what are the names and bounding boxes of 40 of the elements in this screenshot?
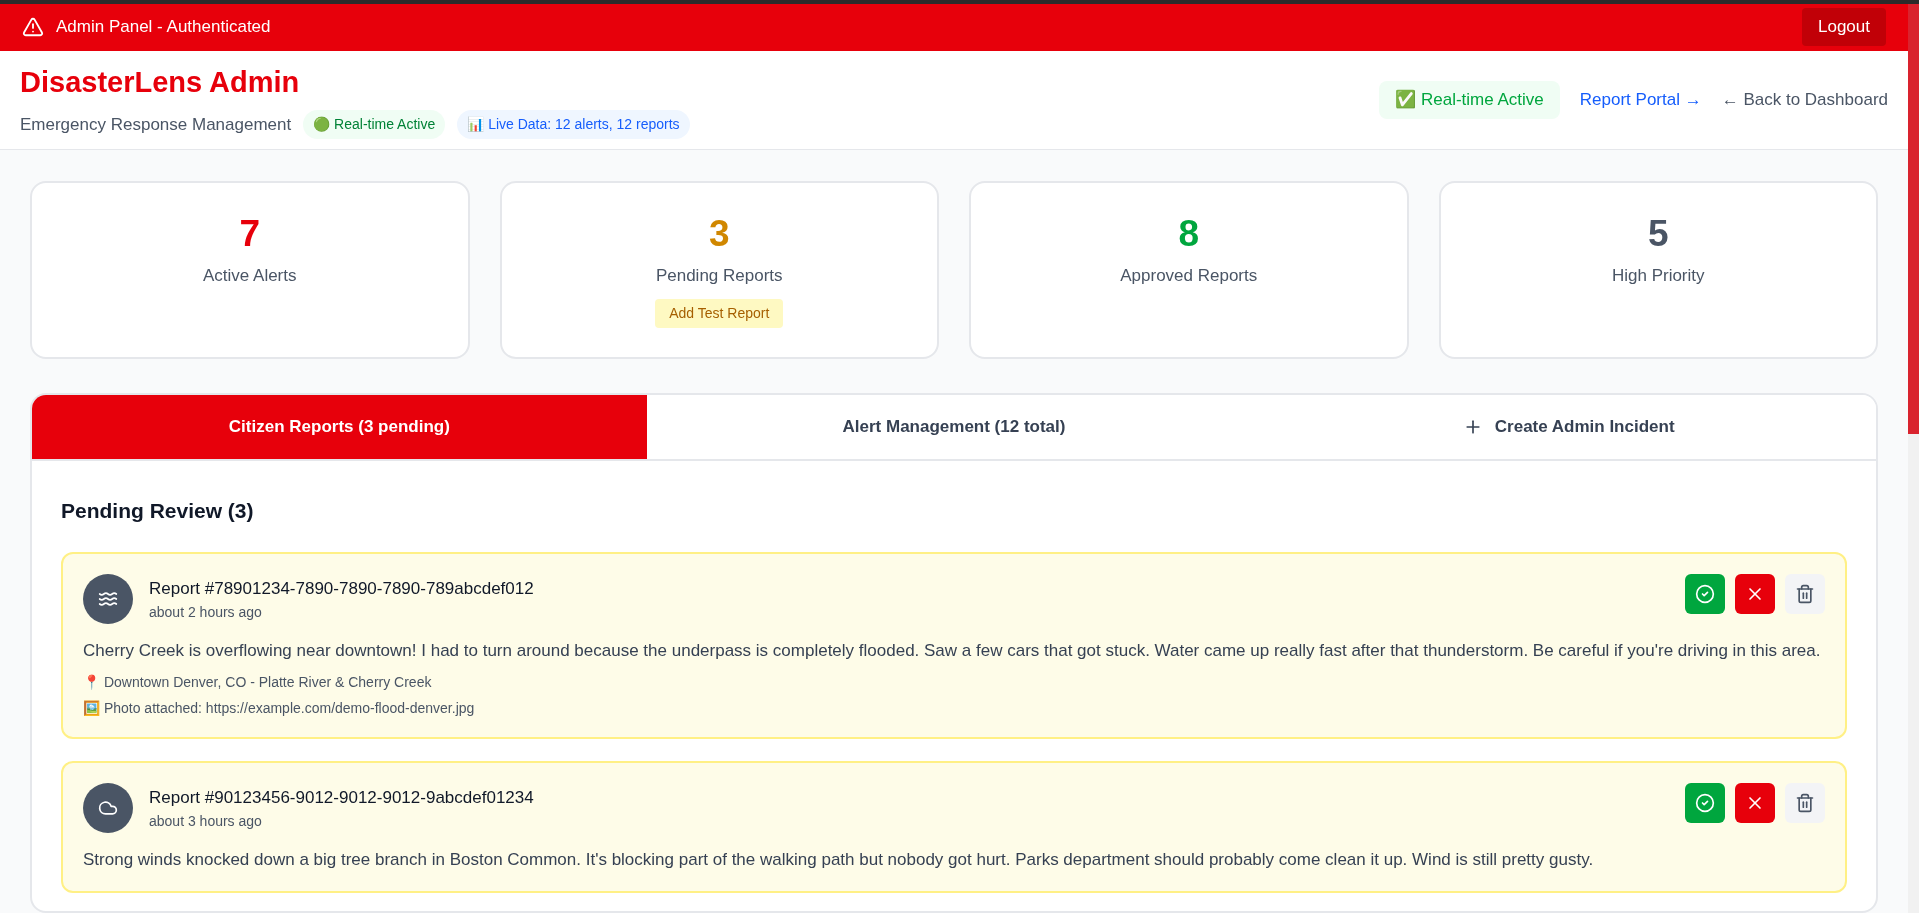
approve-button[interactable] bbox=[1685, 574, 1725, 615]
report-photo: 🖼 Photo attached: https://example.com/demo-flood-denver.jpg bbox=[83, 699, 476, 719]
subtitle: Emergency Response Management bbox=[20, 113, 292, 136]
stat-label: Pending Reports bbox=[655, 265, 783, 288]
report-time: about 2 hours ago bbox=[149, 602, 263, 622]
trash-icon bbox=[1795, 793, 1815, 814]
check-icon bbox=[1695, 584, 1715, 605]
realtime-status: ✅ Real-time Active bbox=[1379, 81, 1560, 119]
check-icon bbox=[1695, 793, 1715, 814]
stat-label: High Priority bbox=[1611, 265, 1705, 288]
reject-button[interactable] bbox=[1735, 574, 1775, 615]
delete-button[interactable] bbox=[1785, 783, 1825, 824]
add-test-report-button[interactable]: Add Test Report bbox=[655, 298, 784, 328]
section-title: Pending Review (3) bbox=[61, 498, 255, 524]
scrollbar[interactable] bbox=[1908, 0, 1919, 913]
approve-button[interactable] bbox=[1685, 783, 1725, 824]
report-text: Strong winds knocked down a big tree branch in Boston Common. It's blocking part of the walking path but nobody got hurt. Parks department should probably come clean it up. Wind is still pretty gusty. bbox=[83, 849, 1595, 872]
status-badge: 🟢 Real-time Active bbox=[303, 110, 446, 140]
panel-title: Admin Panel - Authenticated bbox=[56, 16, 271, 39]
report-time: about 3 hours ago bbox=[149, 811, 263, 831]
warning-icon bbox=[22, 16, 44, 39]
stat-label: Active Alerts bbox=[202, 265, 297, 288]
report-text: Cherry Creek is overflowing near downtown! I had to turn around because the underpass is completely flooded. Saw a few cars that got stuck. Water came up really fast after that thunderstorm. Be careful if you're driving in this area. bbox=[83, 640, 1822, 663]
tab[interactable]: Citizen Reports (3 pending) bbox=[32, 395, 647, 459]
report-title: Report #90123456-9012-9012-9012-9abcdef01234 bbox=[149, 787, 534, 810]
report-title: Report #78901234-7890-7890-7890-789abcdef012 bbox=[149, 578, 534, 601]
app-title: DisasterLens Admin bbox=[20, 64, 301, 100]
stat-value: 7 bbox=[239, 212, 261, 256]
stat-value: 5 bbox=[1647, 212, 1669, 256]
stat-label: Approved Reports bbox=[1120, 265, 1258, 288]
stat-value: 3 bbox=[708, 212, 730, 256]
reject-button[interactable] bbox=[1735, 783, 1775, 824]
nav-link[interactable]: Report Portal → bbox=[1579, 87, 1702, 113]
report-location: 📍 Downtown Denver, CO - Platte River & Cherry Creek bbox=[83, 673, 433, 693]
stat-value: 8 bbox=[1178, 212, 1200, 256]
delete-button[interactable] bbox=[1785, 574, 1825, 615]
trash-icon bbox=[1795, 584, 1815, 605]
logout-button[interactable]: Logout bbox=[1802, 8, 1886, 46]
status-badge: 📊 Live Data: 12 alerts, 12 reports bbox=[457, 110, 690, 140]
nav-link[interactable]: ← Back to Dashboard bbox=[1721, 87, 1888, 113]
